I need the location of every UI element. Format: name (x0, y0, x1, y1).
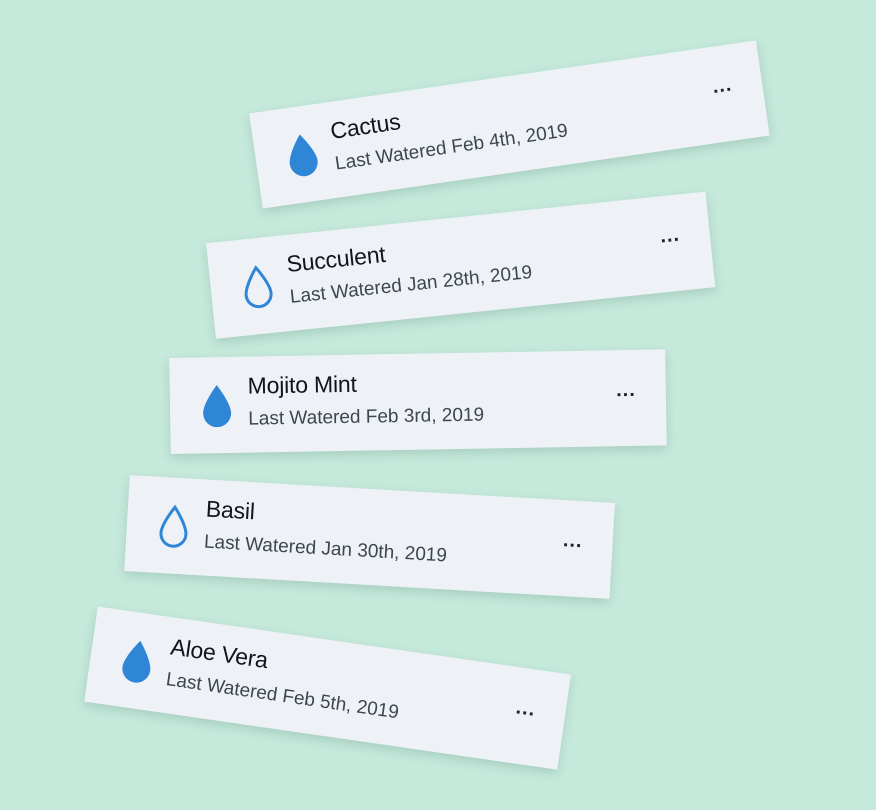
water-drop-filled-icon (117, 637, 157, 687)
plant-card-cactus[interactable]: Cactus Last Watered Feb 4th, 2019 ... (249, 40, 770, 209)
plant-card-basil[interactable]: Basil Last Watered Jan 30th, 2019 ... (124, 475, 615, 599)
water-drop-filled-icon (200, 383, 235, 430)
plant-card-succulent[interactable]: Succulent Last Watered Jan 28th, 2019 ..… (206, 191, 716, 339)
plant-list: Cactus Last Watered Feb 4th, 2019 ... Su… (0, 0, 876, 810)
plant-card-mojito-mint[interactable]: Mojito Mint Last Watered Feb 3rd, 2019 .… (169, 349, 667, 454)
plant-name: Mojito Mint (247, 370, 357, 399)
plant-card-aloe-vera[interactable]: Aloe Vera Last Watered Feb 5th, 2019 ... (84, 606, 571, 770)
more-options-button[interactable]: ... (616, 379, 636, 401)
last-watered-text: Last Watered Jan 30th, 2019 (203, 531, 448, 567)
water-drop-outline-icon (239, 263, 278, 312)
water-drop-filled-icon (283, 130, 323, 180)
last-watered-text: Last Watered Feb 5th, 2019 (164, 669, 401, 724)
plant-name: Succulent (285, 240, 387, 278)
more-options-button[interactable]: ... (659, 224, 681, 248)
more-options-button[interactable]: ... (515, 696, 538, 721)
water-drop-outline-icon (156, 503, 193, 551)
more-options-button[interactable]: ... (562, 529, 583, 552)
plant-name: Basil (205, 495, 256, 525)
last-watered-text: Last Watered Feb 3rd, 2019 (248, 404, 485, 430)
more-options-button[interactable]: ... (711, 73, 734, 98)
plant-name: Aloe Vera (169, 633, 270, 674)
plant-name: Cactus (328, 108, 403, 144)
